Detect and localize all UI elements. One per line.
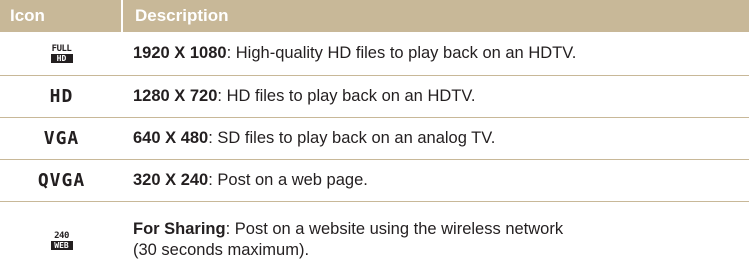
row-description: 640 X 480: SD files to play back on an a… <box>133 129 496 147</box>
hd-icon: HD <box>49 86 74 107</box>
header-icon-column: Icon <box>10 6 45 25</box>
resolution-table: Icon Description FULL HD 1920 X 1080: Hi… <box>0 0 749 278</box>
table-row: HD 1280 X 720: HD files to play back on … <box>0 76 749 118</box>
table-row: VGA 640 X 480: SD files to play back on … <box>0 118 749 160</box>
table-header: Icon Description <box>0 0 749 32</box>
table-row: QVGA 320 X 240: Post on a web page. <box>0 160 749 202</box>
header-description-column: Description <box>135 6 229 25</box>
table-row: FULL HD 1920 X 1080: High-quality HD fil… <box>0 32 749 76</box>
qvga-icon: QVGA <box>37 170 86 191</box>
row-description: 1920 X 1080: High-quality HD files to pl… <box>133 44 577 62</box>
full-hd-icon: FULL HD <box>50 44 73 63</box>
web-sharing-icon: 240 WEB <box>50 231 73 250</box>
table-row: 240 WEB For Sharing: Post on a website u… <box>0 202 749 278</box>
vga-icon: VGA <box>43 128 80 149</box>
row-description: For Sharing: Post on a website using the… <box>133 220 564 259</box>
row-description: 320 X 240: Post on a web page. <box>133 171 368 189</box>
row-description: 1280 X 720: HD files to play back on an … <box>133 87 476 105</box>
